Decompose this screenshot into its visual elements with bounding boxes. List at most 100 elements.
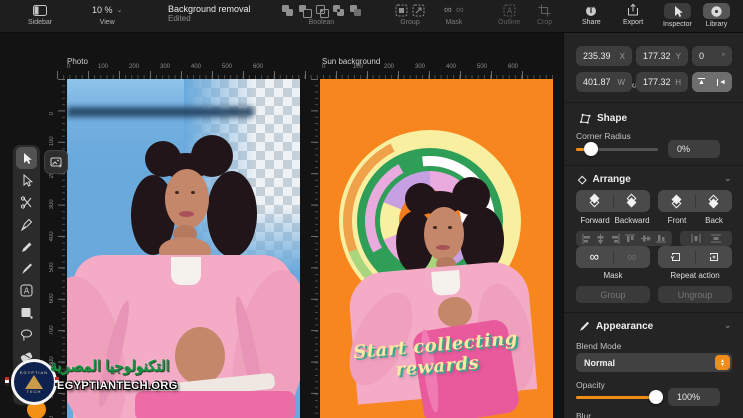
- pen-tool[interactable]: [16, 213, 37, 235]
- crop-icon: [538, 3, 551, 17]
- outline-tool[interactable]: A Outline: [498, 3, 520, 26]
- artboard-sun-background[interactable]: Start collecting rewards: [320, 79, 553, 418]
- flip-horizontal-icon[interactable]: ◄: [717, 79, 726, 86]
- ungroup-button[interactable]: Ungroup: [658, 286, 732, 303]
- appearance-collapse-chevron-icon[interactable]: ⌄: [724, 320, 732, 331]
- x-position-field[interactable]: 235.39 X: [576, 46, 632, 66]
- export-icon: [626, 3, 640, 17]
- ruler-tick-label: 600: [49, 272, 55, 303]
- send-backward-button[interactable]: [614, 190, 651, 212]
- opacity-value-field[interactable]: 100%: [668, 388, 720, 406]
- ruler-tick-label: 500: [477, 64, 508, 70]
- sidebar-toggle-button[interactable]: Sidebar: [28, 3, 52, 26]
- arrange-section-header[interactable]: ◇ Arrange: [578, 173, 631, 186]
- view-label: View: [100, 19, 115, 26]
- ruler-tick-label: 400: [49, 210, 55, 241]
- align-left-icon[interactable]: [582, 234, 591, 244]
- repeat-button[interactable]: [658, 246, 695, 268]
- corner-radius-slider[interactable]: [576, 142, 658, 156]
- ruler-tick-label: 200: [384, 64, 415, 70]
- distribute-h-icon[interactable]: [691, 234, 701, 243]
- group-icon[interactable]: [395, 4, 408, 17]
- rotation-field[interactable]: 0 °: [692, 46, 732, 66]
- repeat-plus-icon: [708, 251, 720, 263]
- flip-controls: ▲ ◄: [692, 72, 732, 92]
- rotation-unit: °: [722, 52, 725, 61]
- corner-radius-value-field[interactable]: 0%: [668, 140, 720, 158]
- boolean-exclude-icon[interactable]: [332, 4, 345, 17]
- magic-image-icon: [50, 156, 63, 169]
- share-button[interactable]: Share: [582, 3, 601, 26]
- repeat-plus-button[interactable]: [696, 246, 733, 268]
- boolean-union-icon[interactable]: [281, 4, 294, 17]
- repeat-action-label: Repeat action: [670, 271, 719, 280]
- crop-tool[interactable]: Crop: [537, 3, 552, 26]
- y-position-field[interactable]: 177.32 Y: [636, 46, 688, 66]
- width-field[interactable]: 401.87 W: [576, 72, 632, 92]
- align-middle-v-icon[interactable]: [641, 234, 651, 243]
- rotation-value: 0: [699, 51, 704, 61]
- boolean-divide-icon[interactable]: [349, 4, 362, 17]
- library-label: Library: [706, 21, 727, 28]
- mask-icon[interactable]: ∞: [444, 4, 452, 16]
- lasso-tool[interactable]: [16, 323, 37, 345]
- share-label: Share: [582, 19, 601, 26]
- align-bottom-icon[interactable]: [656, 234, 666, 243]
- export-button[interactable]: Export: [623, 3, 643, 26]
- backward-icon: [626, 195, 638, 207]
- align-center-h-icon[interactable]: [596, 234, 605, 244]
- align-top-icon[interactable]: [625, 234, 635, 243]
- scissors-tool[interactable]: [16, 191, 37, 213]
- group-button[interactable]: Group: [576, 286, 650, 303]
- inspector-label: Inspector: [663, 21, 692, 28]
- front-back-segment: [658, 190, 732, 212]
- pencil-tool[interactable]: [16, 235, 37, 257]
- boolean-subtract-icon[interactable]: [298, 4, 311, 17]
- outline-label: Outline: [498, 19, 520, 26]
- unmask-button[interactable]: ∞: [614, 246, 651, 268]
- bring-forward-button[interactable]: [576, 190, 613, 212]
- document-title-block[interactable]: Background removal Edited: [168, 4, 251, 23]
- library-toggle-button[interactable]: Library: [703, 3, 730, 28]
- shape-section-header[interactable]: Shape: [578, 112, 627, 124]
- bring-to-front-button[interactable]: [658, 190, 695, 212]
- select-tool[interactable]: [16, 147, 37, 169]
- text-tool[interactable]: A: [16, 279, 37, 301]
- auto-background-removal-button[interactable]: [44, 150, 68, 174]
- document-status: Edited: [168, 14, 251, 23]
- unmask-icon[interactable]: ∞: [456, 4, 464, 16]
- appearance-section-header[interactable]: Appearance: [578, 320, 653, 332]
- blend-mode-select[interactable]: Normal ▲▼: [576, 353, 732, 372]
- zoom-level-value: 10 %: [92, 5, 113, 15]
- mask-on-icon: ∞: [590, 252, 599, 262]
- send-to-back-button[interactable]: [696, 190, 733, 212]
- back-icon: [708, 195, 720, 207]
- forward-backward-segment: [576, 190, 650, 212]
- flip-vertical-icon[interactable]: ▲: [698, 78, 705, 87]
- inspector-toggle-button[interactable]: Inspector: [663, 3, 692, 28]
- boolean-intersect-icon[interactable]: [315, 4, 328, 17]
- width-value: 401.87: [583, 77, 611, 87]
- ungroup-icon[interactable]: [412, 4, 425, 17]
- blend-mode-label: Blend Mode: [576, 341, 621, 351]
- ruler-tick-label: 1000: [49, 398, 55, 418]
- align-right-icon[interactable]: [611, 234, 620, 244]
- height-field[interactable]: 177.32 H: [636, 72, 688, 92]
- distribute-v-icon[interactable]: [711, 234, 721, 243]
- appearance-section-title: Appearance: [596, 321, 653, 332]
- photo-blur-band: [67, 107, 253, 117]
- ruler-tick-label: 300: [415, 64, 446, 70]
- align-buttons-group: [576, 231, 672, 246]
- opacity-slider[interactable]: [576, 390, 658, 404]
- ruler-tick-label: 200: [129, 64, 160, 70]
- arrange-collapse-chevron-icon[interactable]: ⌄: [724, 173, 732, 184]
- direct-select-tool[interactable]: [16, 169, 37, 191]
- mask-button[interactable]: ∞: [576, 246, 613, 268]
- brush-tool[interactable]: [16, 257, 37, 279]
- zoom-level-button[interactable]: 10 % ⌄ View: [92, 3, 122, 26]
- blend-mode-stepper-icon[interactable]: ▲▼: [715, 355, 730, 370]
- shape-tool[interactable]: [16, 301, 37, 323]
- ruler-tick-label: 0: [49, 84, 55, 115]
- repeat-icon: [670, 251, 682, 263]
- h-ruler-labels-1: 0100200300400500600: [67, 64, 284, 70]
